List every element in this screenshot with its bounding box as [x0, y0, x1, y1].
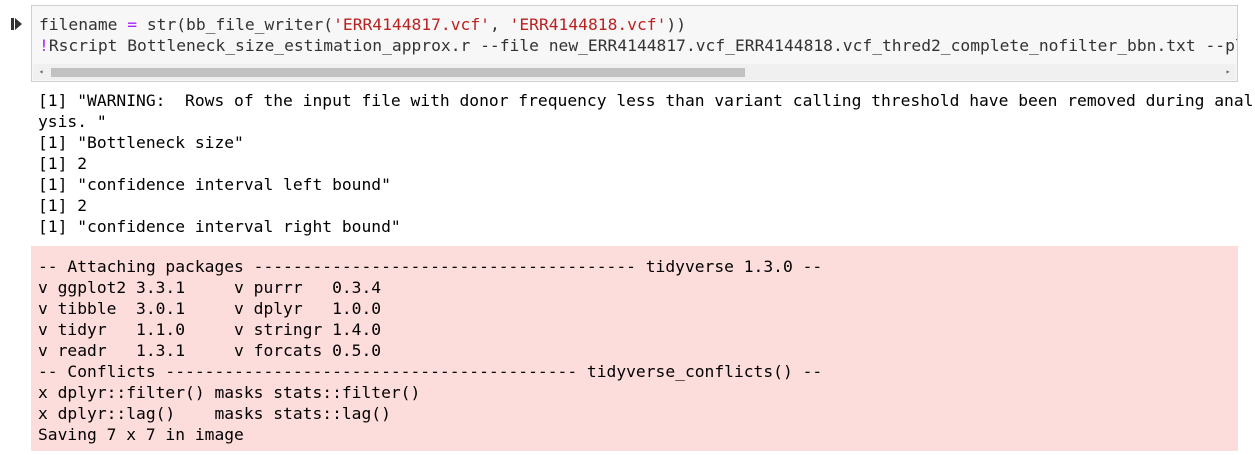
stderr-line: x dplyr::filter() masks stats::filter()	[38, 383, 421, 402]
run-cell-icon[interactable]	[11, 17, 23, 31]
scroll-left-arrow-icon[interactable]: ◂	[33, 64, 49, 80]
stderr-line: v readr 1.3.1 v forcats 0.5.0	[38, 341, 382, 360]
horizontal-scrollbar[interactable]: ◂ ▸	[33, 64, 1236, 80]
output-line: [1] 2	[38, 154, 88, 173]
cell-output-stderr: -- Attaching packages ------------------…	[31, 246, 1238, 451]
code-cell-input[interactable]: filename = str(bb_file_writer('ERR414481…	[31, 5, 1238, 82]
output-line: [1] "confidence interval left bound"	[38, 175, 391, 194]
stderr-line: v tibble 3.0.1 v dplyr 1.0.0	[38, 299, 382, 318]
output-line: [1] 2	[38, 196, 88, 215]
code-line-1: filename = str(bb_file_writer('ERR414481…	[39, 15, 686, 34]
stderr-line: v ggplot2 3.3.1 v purrr 0.3.4	[38, 278, 382, 297]
stderr-line: x dplyr::lag() masks stats::lag()	[38, 404, 391, 423]
stderr-line: Saving 7 x 7 in image	[38, 425, 244, 444]
output-line: [1] "Bottleneck size"	[38, 133, 244, 152]
code-line-2: !Rscript Bottleneck_size_estimation_appr…	[39, 36, 1238, 55]
scrollbar-thumb[interactable]	[51, 68, 745, 77]
scroll-right-arrow-icon[interactable]: ▸	[1220, 64, 1236, 80]
output-line: [1] "WARNING: Rows of the input file wit…	[38, 91, 1254, 110]
stderr-line: v tidyr 1.1.0 v stringr 1.4.0	[38, 320, 382, 339]
output-line: ysis. "	[38, 112, 107, 131]
stderr-line: -- Attaching packages ------------------…	[38, 257, 823, 276]
output-line: [1] "confidence interval right bound"	[38, 217, 401, 236]
cell-output-stdout: [1] "WARNING: Rows of the input file wit…	[38, 90, 1254, 237]
stderr-line: -- Conflicts ---------------------------…	[38, 362, 823, 381]
